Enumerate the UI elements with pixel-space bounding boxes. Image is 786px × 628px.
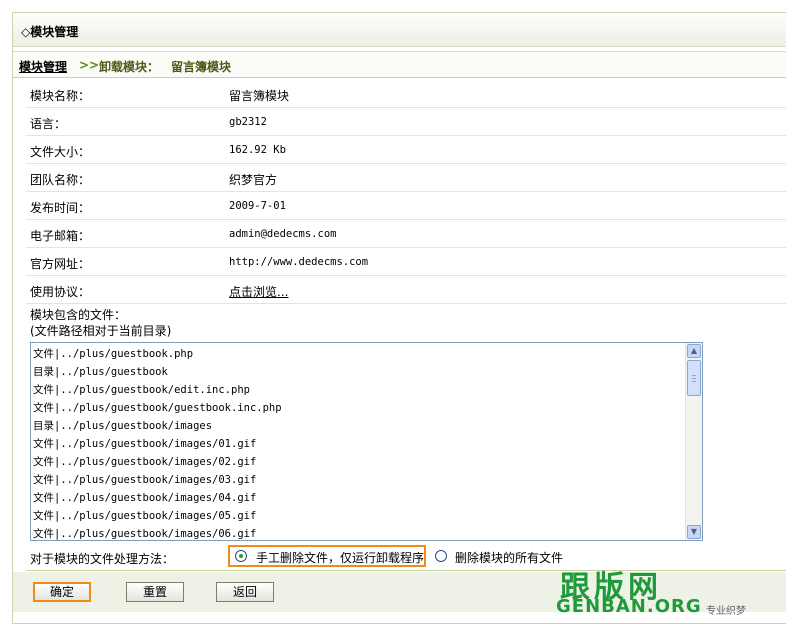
radio-manual-delete-label[interactable]: 手工删除文件，仅运行卸载程序	[256, 549, 424, 566]
scrollbar-thumb[interactable]	[687, 360, 701, 396]
info-row-file-size: 文件大小： 162.92 Kb	[26, 136, 786, 164]
file-list-item: 文件|../plus/guestbook/images/05.gif	[33, 510, 257, 522]
file-list-item: 文件|../plus/guestbook/images/04.gif	[33, 492, 257, 504]
watermark-sub: 专业织梦	[706, 606, 746, 617]
info-row-release-date: 发布时间： 2009-7-01	[26, 192, 786, 220]
file-list-item: 文件|../plus/guestbook/images/03.gif	[33, 474, 257, 486]
file-list-item: 文件|../plus/guestbook/guestbook.inc.php	[33, 402, 282, 414]
info-row-language: 语言： gb2312	[26, 108, 786, 136]
thumb-grip	[692, 378, 696, 379]
method-label: 对于模块的文件处理方法：	[30, 552, 175, 566]
info-row-module-name: 模块名称： 留言簿模块	[26, 80, 786, 108]
file-list-item: 文件|../plus/guestbook.php	[33, 348, 194, 360]
file-list-item: 文件|../plus/guestbook/images/06.gif	[33, 528, 257, 540]
info-row-team: 团队名称： 织梦官方	[26, 164, 786, 192]
info-label: 电子邮箱：	[30, 229, 91, 243]
thumb-grip	[692, 375, 696, 376]
radio-delete-all-files-label[interactable]: 删除模块的所有文件	[455, 549, 563, 566]
info-label: 语言：	[30, 117, 67, 131]
info-value: 2009-7-01	[229, 200, 286, 212]
info-label: 发布时间：	[30, 201, 91, 215]
watermark-logo: 跟版网 GENBAN.ORG 专业织梦	[556, 566, 776, 624]
file-list-item: 文件|../plus/guestbook/images/01.gif	[33, 438, 257, 450]
info-value: admin@dedecms.com	[229, 228, 337, 240]
info-label: 模块名称：	[30, 89, 91, 103]
files-label: 模块包含的文件： (文件路径相对于当前目录)	[30, 307, 171, 339]
thumb-grip	[692, 381, 696, 382]
info-row-email: 电子邮箱： admin@dedecms.com	[26, 220, 786, 248]
file-list-lines: 文件|../plus/guestbook.php 目录|../plus/gues…	[33, 345, 282, 540]
page-header: ◇模块管理	[13, 15, 786, 47]
info-label: 团队名称：	[30, 173, 91, 187]
file-list-textarea[interactable]: 文件|../plus/guestbook.php 目录|../plus/gues…	[30, 342, 703, 541]
info-value: 162.92 Kb	[229, 144, 286, 156]
reset-button[interactable]: 重置	[126, 582, 184, 602]
file-list-item: 目录|../plus/guestbook	[33, 366, 168, 378]
files-label-note: (文件路径相对于当前目录)	[30, 324, 172, 338]
info-label: 官方网址：	[30, 257, 91, 271]
radio-manual-delete[interactable]	[235, 550, 247, 562]
info-row-website: 官方网址： http://www.dedecms.com	[26, 248, 786, 276]
file-list-scrollbar[interactable]: ▲ ▼	[685, 343, 702, 540]
info-value: 织梦官方	[229, 173, 278, 187]
info-label: 使用协议：	[30, 285, 91, 299]
breadcrumb-home-link[interactable]: 模块管理	[19, 58, 67, 75]
info-value: http://www.dedecms.com	[229, 256, 369, 268]
watermark-en: GENBAN.ORG	[556, 596, 702, 617]
breadcrumb: 模块管理 >> 卸载模块： 留言簿模块	[13, 51, 786, 78]
breadcrumb-separator: >>	[79, 58, 100, 72]
breadcrumb-step-module: 留言簿模块	[171, 60, 232, 74]
confirm-button[interactable]: 确定	[33, 582, 91, 602]
file-list-item: 目录|../plus/guestbook/images	[33, 420, 213, 432]
scroll-down-arrow-icon[interactable]: ▼	[687, 525, 701, 539]
back-button[interactable]: 返回	[216, 582, 274, 602]
info-value: 留言簿模块	[229, 89, 290, 103]
info-label: 文件大小：	[30, 145, 91, 159]
scroll-up-arrow-icon[interactable]: ▲	[687, 344, 701, 358]
page-title: ◇模块管理	[21, 25, 79, 39]
file-list-item: 文件|../plus/guestbook/edit.inc.php	[33, 384, 250, 396]
info-row-license: 使用协议： 点击浏览...	[26, 276, 786, 304]
files-label-title: 模块包含的文件：	[30, 308, 127, 322]
radio-delete-all-files[interactable]	[435, 550, 447, 562]
file-list-item: 文件|../plus/guestbook/images/02.gif	[33, 456, 257, 468]
license-view-link[interactable]: 点击浏览...	[229, 283, 288, 300]
breadcrumb-step-uninstall: 卸载模块：	[99, 60, 160, 74]
info-value: gb2312	[229, 116, 267, 128]
radio-selected-dot	[239, 554, 243, 558]
